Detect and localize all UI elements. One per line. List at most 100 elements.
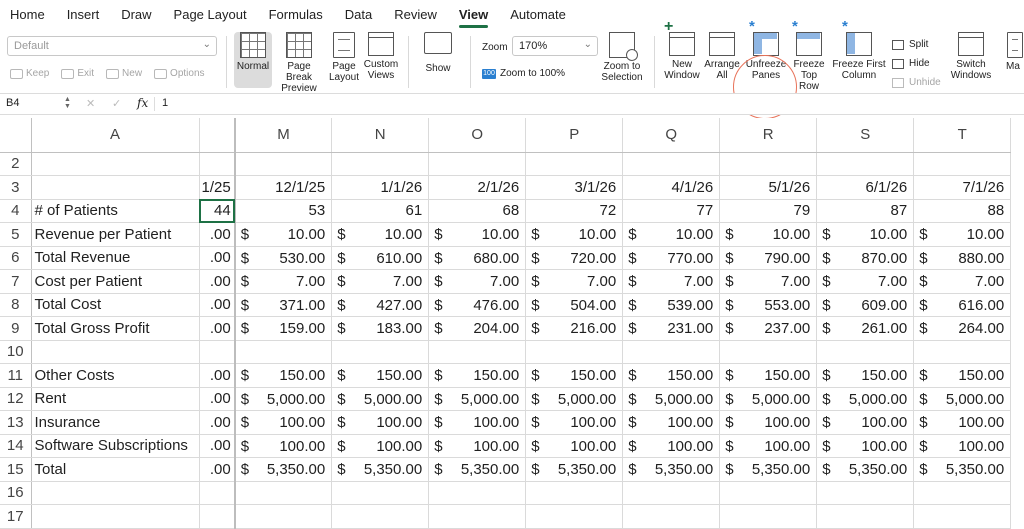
data-cell[interactable] xyxy=(428,481,527,505)
data-cell[interactable] xyxy=(719,481,818,505)
data-cell[interactable]: $609.00 xyxy=(816,293,915,317)
function-icon[interactable]: fx xyxy=(137,96,148,110)
row-header[interactable]: 3 xyxy=(0,175,32,200)
data-cell[interactable]: 88 xyxy=(913,199,1012,223)
data-cell[interactable] xyxy=(719,504,818,529)
options-button[interactable]: Options xyxy=(154,68,205,79)
data-cell[interactable]: $100.00 xyxy=(816,410,915,435)
column-header[interactable] xyxy=(199,118,236,153)
data-cell[interactable]: $10.00 xyxy=(719,222,818,247)
data-cell[interactable]: $7.00 xyxy=(525,269,624,294)
data-cell[interactable]: $100.00 xyxy=(719,434,818,458)
data-cell[interactable]: $150.00 xyxy=(913,363,1012,388)
partial-cell[interactable] xyxy=(199,504,236,529)
data-cell[interactable]: 4/1/26 xyxy=(622,175,721,200)
data-cell[interactable]: $7.00 xyxy=(913,269,1012,294)
data-cell[interactable]: 87 xyxy=(816,199,915,223)
data-cell[interactable]: $530.00 xyxy=(234,246,333,270)
partial-cell[interactable]: .00 xyxy=(199,293,236,317)
data-cell[interactable]: $237.00 xyxy=(719,316,818,341)
keep-button[interactable]: Keep xyxy=(10,68,49,79)
partial-cell[interactable]: .00 xyxy=(199,246,236,270)
data-cell[interactable]: $100.00 xyxy=(331,434,430,458)
data-cell[interactable]: $5,000.00 xyxy=(913,387,1012,411)
data-cell[interactable]: $7.00 xyxy=(234,269,333,294)
data-cell[interactable] xyxy=(525,504,624,529)
data-cell[interactable] xyxy=(622,504,721,529)
exit-button[interactable]: Exit xyxy=(61,68,94,79)
new-view-button[interactable]: New xyxy=(106,68,142,79)
data-cell[interactable] xyxy=(331,152,430,176)
data-cell[interactable]: $427.00 xyxy=(331,293,430,317)
data-cell[interactable]: $100.00 xyxy=(622,434,721,458)
tab-page-layout[interactable]: Page Layout xyxy=(174,0,247,30)
data-cell[interactable]: $100.00 xyxy=(913,434,1012,458)
row-header[interactable]: 13 xyxy=(0,410,32,435)
row-label-cell[interactable]: Total Cost xyxy=(31,293,200,317)
data-cell[interactable]: $100.00 xyxy=(234,434,333,458)
data-cell[interactable]: $5,000.00 xyxy=(622,387,721,411)
data-cell[interactable] xyxy=(622,152,721,176)
column-header[interactable]: S xyxy=(816,118,915,153)
data-cell[interactable]: $150.00 xyxy=(331,363,430,388)
row-label-cell[interactable]: Rent xyxy=(31,387,200,411)
tab-formulas[interactable]: Formulas xyxy=(269,0,323,30)
data-cell[interactable]: $159.00 xyxy=(234,316,333,341)
select-all-corner[interactable] xyxy=(0,118,32,153)
data-cell[interactable]: $880.00 xyxy=(913,246,1012,270)
row-header[interactable]: 17 xyxy=(0,504,32,529)
zoom-100-button[interactable]: 100 Zoom to 100% xyxy=(482,68,565,79)
data-cell[interactable]: $5,350.00 xyxy=(234,457,333,482)
data-cell[interactable]: 53 xyxy=(234,199,333,223)
data-cell[interactable]: $10.00 xyxy=(622,222,721,247)
data-cell[interactable]: 77 xyxy=(622,199,721,223)
partial-cell[interactable]: 44 xyxy=(199,199,236,223)
data-cell[interactable] xyxy=(622,481,721,505)
row-header[interactable]: 14 xyxy=(0,434,32,458)
data-cell[interactable]: $790.00 xyxy=(719,246,818,270)
row-header[interactable]: 2 xyxy=(0,152,32,176)
data-cell[interactable]: $100.00 xyxy=(525,410,624,435)
macros-button[interactable]: Ma xyxy=(1006,32,1024,72)
partial-cell[interactable]: .00 xyxy=(199,269,236,294)
row-label-cell[interactable]: Revenue per Patient xyxy=(31,222,200,247)
data-cell[interactable]: $610.00 xyxy=(331,246,430,270)
split-button[interactable]: Split xyxy=(892,35,941,54)
data-cell[interactable]: $216.00 xyxy=(525,316,624,341)
data-cell[interactable]: $5,350.00 xyxy=(428,457,527,482)
data-cell[interactable]: $5,350.00 xyxy=(913,457,1012,482)
tab-insert[interactable]: Insert xyxy=(67,0,100,30)
data-cell[interactable] xyxy=(525,152,624,176)
row-label-cell[interactable] xyxy=(31,481,200,505)
row-label-cell[interactable] xyxy=(31,340,200,364)
data-cell[interactable]: $100.00 xyxy=(428,434,527,458)
tab-review[interactable]: Review xyxy=(394,0,437,30)
data-cell[interactable]: $150.00 xyxy=(234,363,333,388)
formula-input[interactable]: 1 xyxy=(162,97,168,109)
data-cell[interactable] xyxy=(622,340,721,364)
tab-data[interactable]: Data xyxy=(345,0,372,30)
data-cell[interactable]: 7/1/26 xyxy=(913,175,1012,200)
data-cell[interactable]: $5,000.00 xyxy=(331,387,430,411)
sheet-view-select[interactable]: Default ⌄ xyxy=(7,36,217,56)
row-header[interactable]: 11 xyxy=(0,363,32,388)
data-cell[interactable]: $7.00 xyxy=(331,269,430,294)
data-cell[interactable]: $7.00 xyxy=(428,269,527,294)
data-cell[interactable]: $616.00 xyxy=(913,293,1012,317)
data-cell[interactable] xyxy=(428,340,527,364)
data-cell[interactable]: $100.00 xyxy=(816,434,915,458)
column-header[interactable]: A xyxy=(31,118,200,153)
partial-cell[interactable]: 1/25 xyxy=(199,175,236,200)
data-cell[interactable]: $476.00 xyxy=(428,293,527,317)
data-cell[interactable]: 72 xyxy=(525,199,624,223)
data-cell[interactable]: $770.00 xyxy=(622,246,721,270)
data-cell[interactable]: $150.00 xyxy=(428,363,527,388)
cancel-icon[interactable]: ✕ xyxy=(86,97,95,110)
data-cell[interactable]: $10.00 xyxy=(331,222,430,247)
data-cell[interactable]: 1/1/26 xyxy=(331,175,430,200)
data-cell[interactable] xyxy=(331,340,430,364)
zoom-to-selection-button[interactable]: Zoom to Selection xyxy=(598,32,646,83)
partial-cell[interactable]: .00 xyxy=(199,410,236,435)
row-label-cell[interactable]: Total Gross Profit xyxy=(31,316,200,341)
row-label-cell[interactable]: # of Patients xyxy=(31,199,200,223)
